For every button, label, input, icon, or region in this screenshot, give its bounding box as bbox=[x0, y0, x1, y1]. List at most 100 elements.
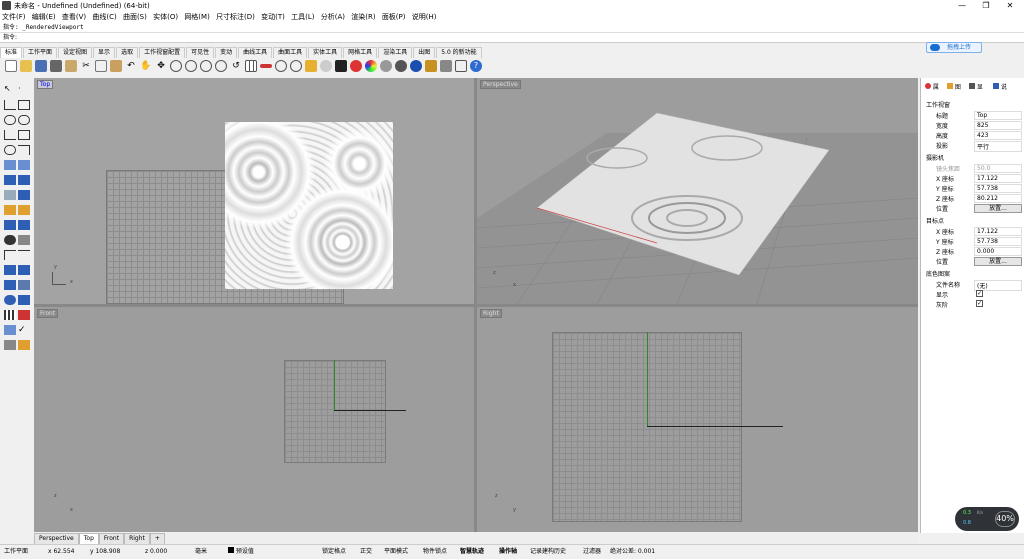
tab-curve-tools[interactable]: 曲线工具 bbox=[238, 47, 273, 58]
print-icon[interactable] bbox=[50, 60, 62, 72]
cam-place-button[interactable]: 放置... bbox=[974, 204, 1022, 213]
viewport-label-front[interactable]: Front bbox=[37, 309, 59, 318]
trim-icon[interactable] bbox=[18, 250, 30, 260]
tab-cplane[interactable]: 工作平面 bbox=[23, 47, 58, 58]
network-speed-widget[interactable]: 0.3 0.8 K/s 40% bbox=[955, 507, 1019, 531]
move-icon[interactable] bbox=[4, 265, 16, 275]
rectangle-icon[interactable] bbox=[18, 130, 30, 140]
show-checkbox[interactable]: ✓ bbox=[976, 290, 983, 297]
menu-view[interactable]: 查看(V) bbox=[60, 11, 88, 23]
object-snap-icon[interactable] bbox=[275, 60, 287, 72]
menu-panels[interactable]: 面板(P) bbox=[380, 11, 408, 23]
help-icon[interactable]: ? bbox=[470, 60, 482, 72]
upload-button[interactable]: 拖拽上传 bbox=[926, 42, 982, 53]
tab-drafting[interactable]: 出图 bbox=[413, 47, 436, 58]
zoom-window-icon[interactable] bbox=[185, 60, 197, 72]
tab-viewport-layout[interactable]: 工作视窗配置 bbox=[139, 47, 186, 58]
status-smarttrack[interactable]: 智慧轨迹 bbox=[460, 547, 484, 557]
viewport-right[interactable]: Right z y bbox=[477, 307, 918, 532]
menu-curve[interactable]: 曲线(C) bbox=[90, 11, 118, 23]
tab-properties[interactable]: 属 bbox=[925, 82, 939, 94]
tgt-z-field[interactable]: 0.000 bbox=[974, 247, 1022, 256]
grid-array-icon[interactable] bbox=[4, 310, 16, 320]
point-icon[interactable]: · bbox=[18, 84, 30, 94]
scale-icon[interactable] bbox=[18, 280, 30, 290]
zoom-selected-icon[interactable] bbox=[215, 60, 227, 72]
polygon-icon[interactable] bbox=[4, 130, 16, 140]
edit-points-icon[interactable] bbox=[18, 340, 30, 350]
mesh-icon[interactable] bbox=[4, 220, 16, 230]
tab-surface-tools[interactable]: 曲面工具 bbox=[273, 47, 308, 58]
render-mesh-icon[interactable] bbox=[4, 235, 16, 245]
undo-view-icon[interactable]: ↺ bbox=[230, 60, 242, 72]
tab-mesh-tools[interactable]: 网格工具 bbox=[343, 47, 378, 58]
layer-icon[interactable] bbox=[305, 60, 317, 72]
status-layer[interactable]: 预设值 bbox=[228, 547, 254, 557]
check-icon[interactable]: ✓ bbox=[18, 325, 30, 335]
status-planar[interactable]: 平面模式 bbox=[384, 547, 408, 557]
tab-display[interactable]: 显 bbox=[969, 82, 983, 94]
viewport-top[interactable]: Top y x bbox=[34, 78, 474, 304]
array-icon[interactable] bbox=[4, 280, 16, 290]
line-icon[interactable] bbox=[18, 100, 30, 110]
tab-solid-tools[interactable]: 实体工具 bbox=[308, 47, 343, 58]
render-sphere-icon[interactable] bbox=[380, 60, 392, 72]
sphere-icon[interactable] bbox=[18, 175, 30, 185]
status-osnap[interactable]: 物件锁点 bbox=[423, 547, 447, 557]
gray-checkbox[interactable]: ✓ bbox=[976, 300, 983, 307]
undo-icon[interactable]: ↶ bbox=[125, 60, 137, 72]
transform-icon[interactable] bbox=[4, 325, 16, 335]
close-button[interactable]: ✕ bbox=[996, 0, 1024, 11]
lock-icon[interactable] bbox=[335, 60, 347, 72]
shaded-sphere-icon[interactable] bbox=[410, 60, 422, 72]
properties-icon[interactable] bbox=[350, 60, 362, 72]
color-wheel-icon[interactable] bbox=[365, 60, 377, 72]
tab-help[interactable]: 说 bbox=[993, 82, 1007, 94]
menu-help[interactable]: 说明(H) bbox=[410, 11, 439, 23]
tab-setview[interactable]: 设定视图 bbox=[58, 47, 93, 58]
polyline-icon[interactable] bbox=[4, 100, 16, 110]
set-cplane-icon[interactable] bbox=[260, 64, 272, 68]
hide-icon[interactable] bbox=[4, 340, 16, 350]
light-bulb-icon[interactable] bbox=[425, 60, 437, 72]
projection-select[interactable]: 平行 bbox=[974, 141, 1022, 152]
fillet-curve-icon[interactable] bbox=[18, 145, 30, 155]
tab-standard[interactable]: 标准 bbox=[0, 47, 23, 58]
status-cplane[interactable]: 工作平面 bbox=[4, 547, 28, 557]
arc-icon[interactable] bbox=[4, 145, 16, 155]
tab-transform[interactable]: 变动 bbox=[215, 47, 238, 58]
surface-icon[interactable] bbox=[4, 160, 16, 170]
box-icon[interactable] bbox=[4, 175, 16, 185]
menu-mesh[interactable]: 网格(M) bbox=[182, 11, 212, 23]
menu-dimension[interactable]: 尺寸标注(D) bbox=[214, 11, 257, 23]
viewport-label-top[interactable]: Top bbox=[37, 80, 54, 89]
viewport-front[interactable]: Front z x bbox=[34, 307, 474, 532]
command-prompt[interactable]: 指令: bbox=[0, 33, 1024, 43]
block-icon[interactable] bbox=[4, 295, 16, 305]
zoom-icon[interactable] bbox=[170, 60, 182, 72]
status-ortho[interactable]: 正交 bbox=[360, 547, 372, 557]
paste-icon[interactable] bbox=[110, 60, 122, 72]
select-icon[interactable] bbox=[290, 60, 302, 72]
viewport-label-perspective[interactable]: Perspective bbox=[480, 80, 521, 89]
cylinder-icon[interactable] bbox=[4, 190, 16, 200]
explode-icon[interactable] bbox=[18, 205, 30, 215]
tab-new-in-v5[interactable]: 5.0 的新功能 bbox=[436, 47, 482, 58]
render-icon[interactable] bbox=[395, 60, 407, 72]
tgt-y-field[interactable]: 57.738 bbox=[974, 237, 1022, 246]
menu-solid[interactable]: 实体(O) bbox=[151, 11, 180, 23]
copy-icon[interactable] bbox=[95, 60, 107, 72]
tab-visibility[interactable]: 可见性 bbox=[186, 47, 215, 58]
zoom-extents-icon[interactable] bbox=[200, 60, 212, 72]
save-icon[interactable] bbox=[35, 60, 47, 72]
offset-icon[interactable] bbox=[4, 250, 16, 260]
cam-y-field[interactable]: 57.738 bbox=[974, 184, 1022, 193]
menu-tools[interactable]: 工具(L) bbox=[289, 11, 316, 23]
four-viewports-icon[interactable] bbox=[245, 60, 257, 72]
viewport-perspective[interactable]: Perspective z x bbox=[477, 78, 918, 304]
menu-analyze[interactable]: 分析(A) bbox=[319, 11, 347, 23]
tab-render-tools[interactable]: 渲染工具 bbox=[378, 47, 413, 58]
cam-x-field[interactable]: 17.122 bbox=[974, 174, 1022, 183]
group-icon[interactable] bbox=[455, 60, 467, 72]
copy-object-icon[interactable] bbox=[18, 265, 30, 275]
